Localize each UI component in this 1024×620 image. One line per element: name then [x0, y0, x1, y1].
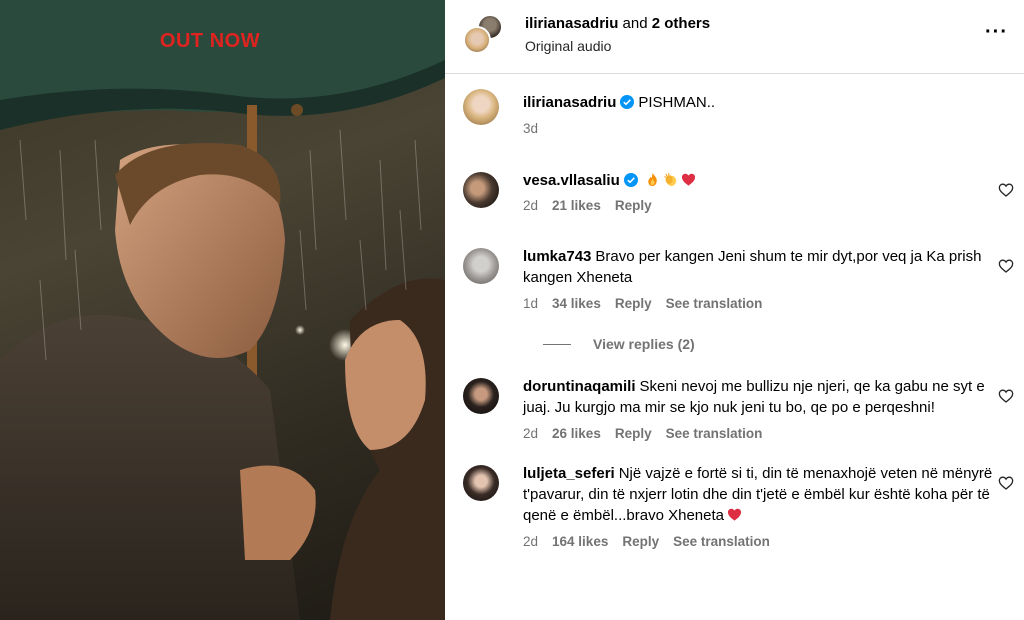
see-translation-button[interactable]: See translation — [666, 426, 763, 441]
more-horizontal-icon: ··· — [985, 21, 1008, 43]
clap-emoji-icon — [664, 172, 676, 187]
audio-link[interactable]: Original audio — [525, 38, 710, 54]
caption-username-link[interactable]: ilirianasadriu — [523, 94, 616, 111]
header-text: ilirianasadriu and 2 others Original aud… — [525, 15, 710, 54]
avatar[interactable] — [463, 378, 499, 414]
header-and-text: and — [622, 15, 648, 32]
comment-username-link[interactable]: doruntinaqamili — [523, 378, 636, 395]
caption-time: 3d — [523, 121, 539, 136]
likes-count-link[interactable]: 26 likes — [552, 426, 601, 441]
comment: doruntinaqamili Skeni nevoj me bullizu nj… — [463, 376, 1024, 441]
comment: luljeta_seferi Një vajzë e fortë si ti, d… — [463, 463, 1024, 549]
like-heart-icon[interactable] — [998, 182, 1014, 198]
reply-button[interactable]: Reply — [615, 426, 652, 441]
caption: ilirianasadriu PISHMAN.. 3d — [463, 89, 1024, 154]
comment-time: 2d — [523, 426, 539, 441]
post-media[interactable]: OUT NOW — [0, 0, 445, 620]
comments-list: ilirianasadriu PISHMAN.. 3d vesa.vllasali… — [445, 74, 1024, 549]
post-overlay-text: OUT NOW — [159, 30, 261, 52]
avatar[interactable] — [463, 248, 499, 284]
red-heart-emoji-icon — [727, 508, 742, 521]
post-media-image — [0, 0, 445, 620]
comment-time: 1d — [523, 296, 539, 311]
red-heart-emoji-icon — [681, 173, 695, 186]
avatar[interactable] — [463, 172, 499, 208]
header-username-link[interactable]: ilirianasadriu — [525, 15, 618, 32]
comment-username-link[interactable]: luljeta_seferi — [523, 465, 615, 482]
reply-button[interactable]: Reply — [622, 534, 659, 549]
reply-button[interactable]: Reply — [615, 198, 652, 213]
view-replies-button[interactable]: View replies (2) — [543, 336, 1024, 352]
collab-avatars[interactable] — [463, 14, 503, 54]
comment-text: Bravo per kangen Jeni shum te mir dyt,po… — [523, 248, 982, 286]
like-heart-icon[interactable] — [998, 475, 1014, 491]
verified-badge-icon — [620, 95, 635, 109]
see-translation-button[interactable]: See translation — [666, 296, 763, 311]
likes-count-link[interactable]: 34 likes — [552, 296, 601, 311]
comment-username-link[interactable]: vesa.vllasaliu — [523, 172, 620, 189]
like-heart-icon[interactable] — [998, 258, 1014, 274]
more-options-button[interactable]: ··· — [985, 22, 1008, 42]
header-others-link[interactable]: 2 others — [652, 15, 710, 32]
avatar — [463, 26, 491, 54]
comment: lumka743 Bravo per kangen Jeni shum te mi… — [463, 246, 1024, 311]
comment-time: 2d — [523, 198, 539, 213]
view-replies-label: View replies (2) — [593, 336, 695, 352]
comment: vesa.vllasaliu 2d 21 likes Reply — [463, 170, 1024, 230]
likes-count-link[interactable]: 164 likes — [552, 534, 608, 549]
post-details-panel: ilirianasadriu and 2 others Original aud… — [445, 0, 1024, 620]
fire-emoji-icon — [648, 172, 657, 187]
avatar[interactable] — [463, 465, 499, 501]
reply-divider-line — [543, 343, 571, 345]
likes-count-link[interactable]: 21 likes — [552, 198, 601, 213]
see-translation-button[interactable]: See translation — [673, 534, 770, 549]
post-header: ilirianasadriu and 2 others Original aud… — [445, 0, 1024, 74]
verified-badge-icon — [623, 173, 638, 187]
comment-time: 2d — [523, 534, 539, 549]
caption-text: PISHMAN.. — [638, 94, 716, 111]
comment-username-link[interactable]: lumka743 — [523, 248, 591, 265]
avatar[interactable] — [463, 89, 499, 125]
like-heart-icon[interactable] — [998, 388, 1014, 404]
reply-button[interactable]: Reply — [615, 296, 652, 311]
